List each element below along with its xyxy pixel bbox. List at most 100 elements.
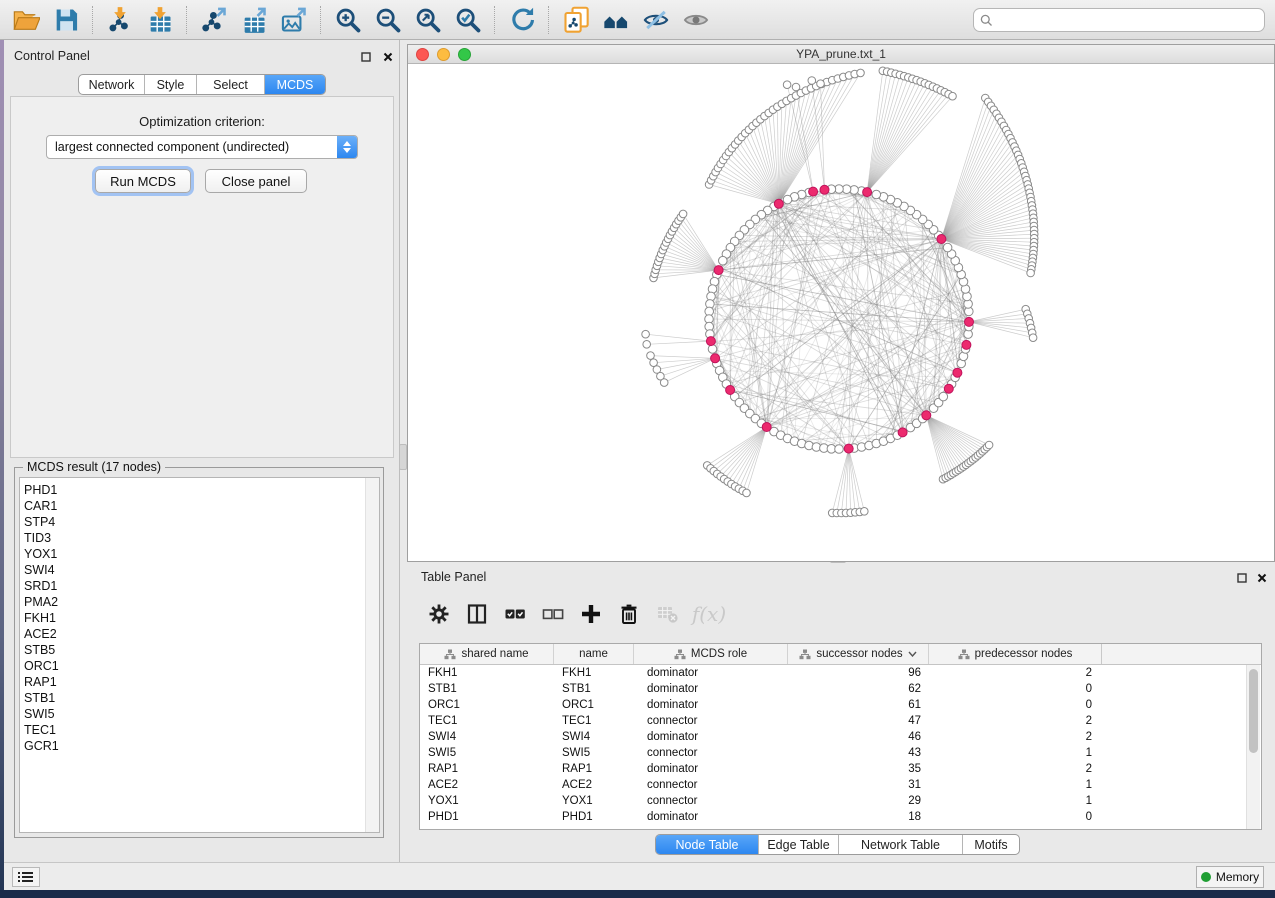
refresh-view-button[interactable] <box>504 4 540 36</box>
float-panel-icon[interactable] <box>359 50 373 64</box>
table-row[interactable]: ORC1ORC1dominator610 <box>420 697 1261 713</box>
zoom-in-button[interactable] <box>330 4 366 36</box>
mcds-result-item[interactable]: CAR1 <box>20 498 379 514</box>
table-row[interactable]: TEC1TEC1connector472 <box>420 713 1261 729</box>
tab-node-table[interactable]: Node Table <box>656 835 759 854</box>
mcds-result-item[interactable]: ORC1 <box>20 658 379 674</box>
table-row[interactable]: YOX1YOX1connector291 <box>420 793 1261 809</box>
cell-name: RAP1 <box>554 761 634 777</box>
add-button[interactable] <box>573 597 609 631</box>
float-table-panel-icon[interactable] <box>1235 571 1249 585</box>
table-row[interactable]: FKH1FKH1dominator962 <box>420 665 1261 681</box>
import-table-button[interactable] <box>142 4 178 36</box>
node-table-header: shared name name MCDS role successor nod… <box>420 644 1261 665</box>
cell-predecessor-nodes: 1 <box>929 777 1102 793</box>
export-image-icon <box>280 6 308 34</box>
memory-button[interactable]: Memory <box>1196 866 1264 888</box>
task-history-button[interactable] <box>12 867 40 887</box>
close-panel-icon[interactable] <box>381 50 395 64</box>
column-header-shared-name[interactable]: shared name <box>420 644 554 664</box>
table-scrollbar[interactable] <box>1246 665 1260 829</box>
mcds-result-list[interactable]: PHD1CAR1STP4TID3YOX1SWI4SRD1PMA2FKH1ACE2… <box>19 477 380 833</box>
cell-predecessor-nodes: 2 <box>929 729 1102 745</box>
export-table-button[interactable] <box>236 4 272 36</box>
export-table-icon <box>240 6 268 34</box>
mcds-result-item[interactable]: STP4 <box>20 514 379 530</box>
table-row[interactable]: SWI4SWI4dominator462 <box>420 729 1261 745</box>
zoom-fit-button[interactable] <box>410 4 446 36</box>
vertical-splitter-handle[interactable] <box>399 444 407 470</box>
zoom-selected-button[interactable] <box>450 4 486 36</box>
search-input[interactable] <box>997 12 1264 28</box>
column-header-name[interactable]: name <box>554 644 634 664</box>
tab-style[interactable]: Style <box>145 75 197 94</box>
cell-name: SWI4 <box>554 729 634 745</box>
first-neighbors-button[interactable] <box>598 4 634 36</box>
delete-button[interactable] <box>611 597 647 631</box>
tab-motifs[interactable]: Motifs <box>963 835 1019 854</box>
run-mcds-button[interactable]: Run MCDS <box>95 169 191 193</box>
network-window-titlebar[interactable]: YPA_prune.txt_1 <box>408 45 1274 64</box>
column-header-predecessor-nodes[interactable]: predecessor nodes <box>929 644 1102 664</box>
table-row[interactable]: PHD1PHD1dominator180 <box>420 809 1261 825</box>
mcds-result-item[interactable]: TEC1 <box>20 722 379 738</box>
import-network-button[interactable] <box>102 4 138 36</box>
mcds-result-item[interactable]: SWI4 <box>20 562 379 578</box>
search-icon <box>980 14 993 27</box>
tab-network[interactable]: Network <box>79 75 145 94</box>
criterion-dropdown[interactable]: largest connected component (undirected) <box>46 135 358 159</box>
columns-button[interactable] <box>459 597 495 631</box>
save-session-button[interactable] <box>48 4 84 36</box>
mcds-result-item[interactable]: STB5 <box>20 642 379 658</box>
tab-network-table[interactable]: Network Table <box>839 835 963 854</box>
select-all-button[interactable] <box>497 597 533 631</box>
cell-predecessor-nodes: 2 <box>929 761 1102 777</box>
zoom-fit-icon <box>414 6 442 34</box>
mcds-result-item[interactable]: SRD1 <box>20 578 379 594</box>
gear-button[interactable] <box>421 597 457 631</box>
dropdown-stepper-icon <box>337 136 357 158</box>
table-row[interactable]: ACE2ACE2connector311 <box>420 777 1261 793</box>
export-network-button[interactable] <box>196 4 232 36</box>
deselect-all-button[interactable] <box>535 597 571 631</box>
tab-edge-table[interactable]: Edge Table <box>759 835 839 854</box>
table-row[interactable]: STB1STB1dominator620 <box>420 681 1261 697</box>
function-builder-button[interactable]: f(x) <box>687 597 731 631</box>
duplicate-network-button[interactable] <box>558 4 594 36</box>
close-table-panel-icon[interactable] <box>1255 571 1269 585</box>
table-row[interactable]: SWI5SWI5connector431 <box>420 745 1261 761</box>
cell-shared-name: YOX1 <box>420 793 554 809</box>
table-row[interactable]: RAP1RAP1dominator352 <box>420 761 1261 777</box>
delete-table-button[interactable] <box>649 597 685 631</box>
mcds-result-item[interactable]: ACE2 <box>20 626 379 642</box>
cell-name: ORC1 <box>554 697 634 713</box>
mcds-result-item[interactable]: STB1 <box>20 690 379 706</box>
mcds-result-item[interactable]: YOX1 <box>20 546 379 562</box>
mcds-result-item[interactable]: FKH1 <box>20 610 379 626</box>
hide-selected-button[interactable] <box>638 4 674 36</box>
cell-mcds-role: dominator <box>634 697 788 713</box>
mcds-result-item[interactable]: GCR1 <box>20 738 379 754</box>
export-image-button[interactable] <box>276 4 312 36</box>
mcds-result-item[interactable]: SWI5 <box>20 706 379 722</box>
cell-mcds-role: connector <box>634 793 788 809</box>
table-scrollbar-thumb[interactable] <box>1249 669 1258 753</box>
gear-icon <box>427 602 451 626</box>
column-header-successor-nodes[interactable]: successor nodes <box>788 644 929 664</box>
search-box[interactable] <box>973 8 1265 32</box>
tab-select[interactable]: Select <box>197 75 265 94</box>
tab-mcds[interactable]: MCDS <box>265 75 325 94</box>
network-graph[interactable] <box>408 64 1274 561</box>
open-file-button[interactable] <box>8 4 44 36</box>
zoom-out-button[interactable] <box>370 4 406 36</box>
close-panel-button[interactable]: Close panel <box>205 169 307 193</box>
column-header-mcds-role[interactable]: MCDS role <box>634 644 788 664</box>
cell-shared-name: RAP1 <box>420 761 554 777</box>
mcds-result-item[interactable]: RAP1 <box>20 674 379 690</box>
mcds-result-item[interactable]: TID3 <box>20 530 379 546</box>
show-all-button[interactable] <box>678 4 714 36</box>
mcds-result-item[interactable]: PMA2 <box>20 594 379 610</box>
mcds-result-item[interactable]: PHD1 <box>20 482 379 498</box>
network-canvas[interactable] <box>408 64 1274 561</box>
mcds-list-scrollbar[interactable] <box>365 478 379 832</box>
